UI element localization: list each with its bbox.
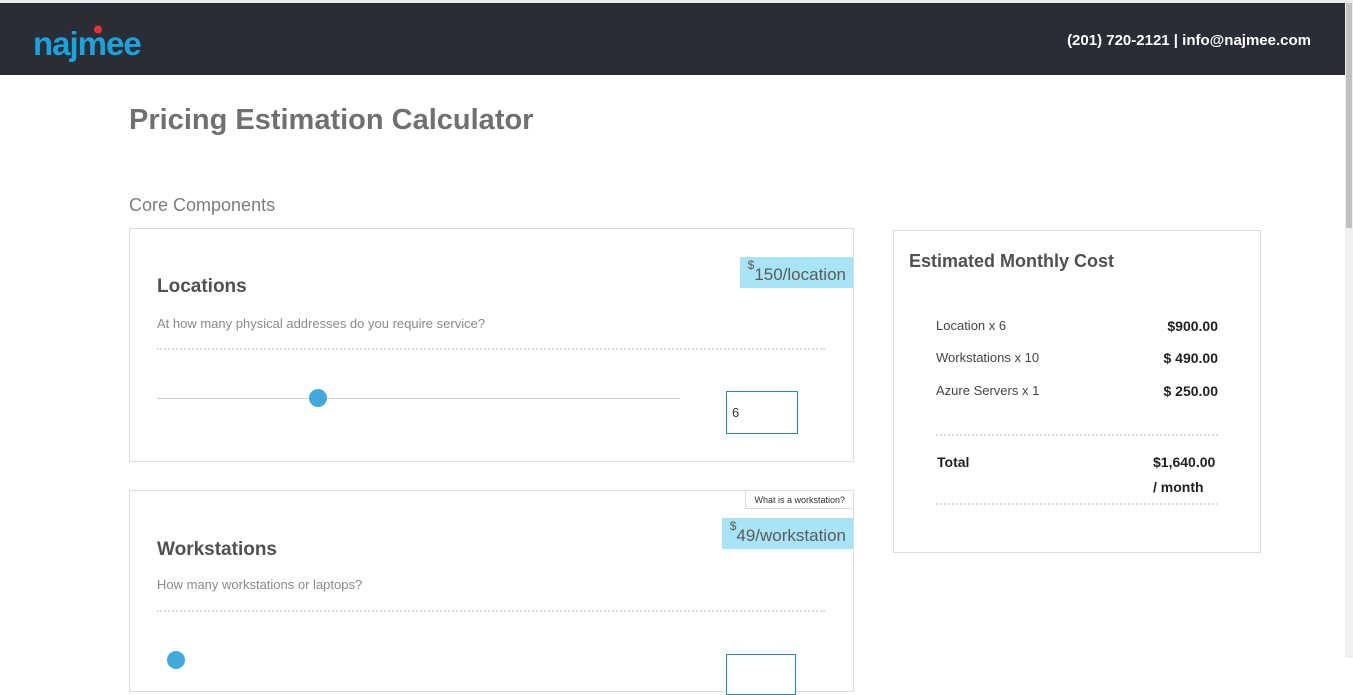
summary-title: Estimated Monthly Cost bbox=[909, 251, 1115, 271]
summary-row-value: $ 250.00 bbox=[1163, 383, 1219, 399]
workstations-question: How many workstations or laptops? bbox=[157, 577, 363, 592]
locations-card: $150/location Locations At how many phys… bbox=[129, 228, 854, 462]
workstations-title: Workstations bbox=[157, 539, 278, 560]
workstation-help-link[interactable]: What is a workstation? bbox=[745, 490, 854, 509]
locations-slider-track[interactable] bbox=[157, 398, 680, 399]
locations-slider-handle[interactable] bbox=[309, 389, 327, 407]
workstations-card: What is a workstation? $49/workstation W… bbox=[129, 490, 854, 695]
total-period: / month bbox=[1153, 479, 1204, 495]
summary-row: Location x 6 $900.00 bbox=[936, 318, 1218, 334]
summary-row-label: Azure Servers x 1 bbox=[936, 383, 1040, 398]
najmee-logo[interactable]: najmee bbox=[33, 25, 173, 67]
summary-row-label: Workstations x 10 bbox=[936, 350, 1040, 365]
price-amount: 49/workstation bbox=[736, 526, 846, 545]
summary-row: Azure Servers x 1 $ 250.00 bbox=[936, 383, 1219, 399]
scrollbar-thumb[interactable] bbox=[1346, 3, 1352, 228]
divider bbox=[936, 503, 1218, 505]
price-currency: $ bbox=[729, 519, 737, 533]
svg-text:najmee: najmee bbox=[33, 25, 141, 62]
summary-row: Workstations x 10 $ 490.00 bbox=[936, 350, 1219, 366]
price-currency: $ bbox=[747, 258, 755, 272]
workstations-price-badge: $49/workstation bbox=[721, 518, 853, 549]
divider bbox=[157, 610, 825, 612]
page-title: Pricing Estimation Calculator bbox=[129, 104, 534, 136]
locations-quantity-input[interactable] bbox=[726, 391, 798, 434]
locations-title: Locations bbox=[157, 276, 247, 297]
total-label: Total bbox=[937, 454, 970, 470]
contact-info: (201) 720-2121 | info@najmee.com bbox=[1067, 32, 1311, 49]
divider bbox=[936, 434, 1218, 436]
locations-question: At how many physical addresses do you re… bbox=[157, 316, 486, 331]
estimate-summary-panel: Estimated Monthly Cost Location x 6 $900… bbox=[893, 230, 1261, 553]
locations-price-badge: $150/location bbox=[739, 257, 853, 288]
summary-row-value: $900.00 bbox=[1167, 318, 1218, 334]
total-value: $1,640.00 bbox=[1153, 454, 1216, 470]
site-header: najmee (201) 720-2121 | info@najmee.com bbox=[0, 3, 1345, 75]
price-amount: 150/location bbox=[754, 265, 846, 284]
workstations-slider-handle[interactable] bbox=[167, 651, 185, 669]
summary-row-value: $ 490.00 bbox=[1163, 350, 1219, 366]
divider bbox=[157, 348, 825, 350]
summary-row-label: Location x 6 bbox=[936, 318, 1007, 333]
section-heading: Core Components bbox=[129, 195, 276, 215]
workstations-quantity-input[interactable] bbox=[726, 654, 796, 695]
